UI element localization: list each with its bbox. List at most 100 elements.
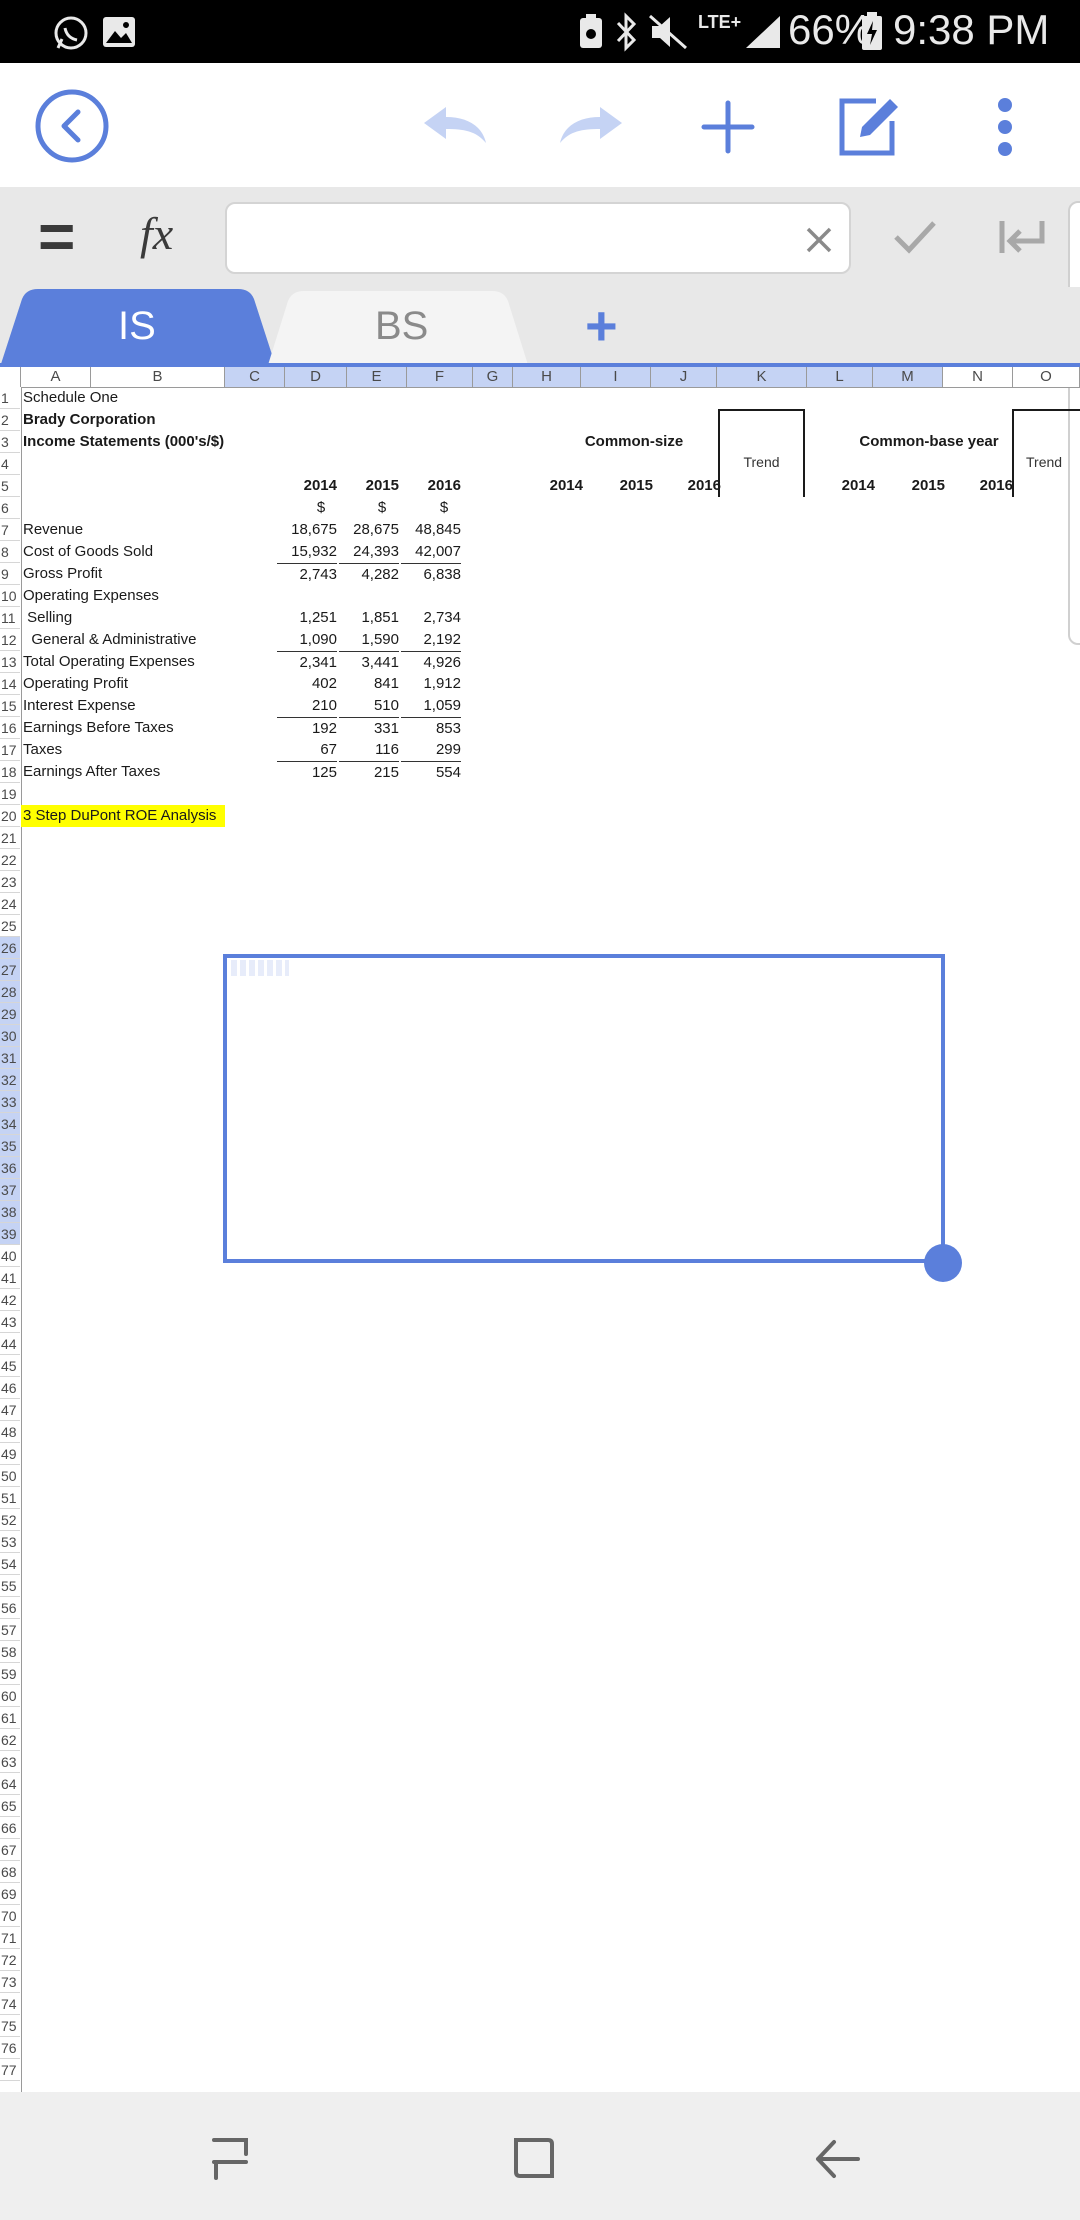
common-size-header[interactable]: Common-size bbox=[569, 431, 699, 453]
common-base-header[interactable]: Common-base year bbox=[839, 431, 1019, 453]
row-header-41[interactable]: 41 bbox=[0, 1267, 20, 1289]
cell-a1[interactable]: Schedule One bbox=[23, 387, 118, 409]
row-header-24[interactable]: 24 bbox=[0, 893, 20, 915]
row-header-56[interactable]: 56 bbox=[0, 1597, 20, 1619]
row-value[interactable]: 67 bbox=[277, 739, 337, 761]
row-header-39[interactable]: 39 bbox=[0, 1223, 20, 1245]
row-value[interactable]: 48,845 bbox=[401, 519, 461, 541]
row-header-35[interactable]: 35 bbox=[0, 1135, 20, 1157]
row-header-40[interactable]: 40 bbox=[0, 1245, 20, 1267]
row-header-31[interactable]: 31 bbox=[0, 1047, 20, 1069]
row-value[interactable]: 1,851 bbox=[339, 607, 399, 629]
column-header-a[interactable]: A bbox=[21, 367, 91, 387]
row-header-42[interactable]: 42 bbox=[0, 1289, 20, 1311]
row-header-46[interactable]: 46 bbox=[0, 1377, 20, 1399]
undo-icon[interactable] bbox=[420, 103, 490, 147]
column-header-m[interactable]: M bbox=[873, 367, 943, 387]
row-label[interactable]: General & Administrative bbox=[23, 629, 196, 651]
selection-resize-handle[interactable] bbox=[924, 1244, 962, 1282]
row-header-22[interactable]: 22 bbox=[0, 849, 20, 871]
row-header-69[interactable]: 69 bbox=[0, 1883, 20, 1905]
row-header-53[interactable]: 53 bbox=[0, 1531, 20, 1553]
clear-icon[interactable] bbox=[805, 226, 833, 254]
row-header-20[interactable]: 20 bbox=[0, 805, 20, 827]
column-header-e[interactable]: E bbox=[347, 367, 407, 387]
row-header-59[interactable]: 59 bbox=[0, 1663, 20, 1685]
row-header-2[interactable]: 2 bbox=[0, 409, 20, 431]
home-icon[interactable] bbox=[510, 2134, 558, 2182]
row-header-33[interactable]: 33 bbox=[0, 1091, 20, 1113]
currency-2014[interactable]: $ bbox=[311, 497, 331, 519]
row-header-38[interactable]: 38 bbox=[0, 1201, 20, 1223]
column-header-g[interactable]: G bbox=[473, 367, 513, 387]
row-value[interactable]: 402 bbox=[277, 673, 337, 695]
row-value[interactable]: 215 bbox=[339, 761, 399, 784]
row-header-57[interactable]: 57 bbox=[0, 1619, 20, 1641]
row-header-16[interactable]: 16 bbox=[0, 717, 20, 739]
row-header-74[interactable]: 74 bbox=[0, 1993, 20, 2015]
row-header-27[interactable]: 27 bbox=[0, 959, 20, 981]
row-label[interactable]: Earnings Before Taxes bbox=[23, 717, 174, 739]
column-header-l[interactable]: L bbox=[807, 367, 873, 387]
row-header-45[interactable]: 45 bbox=[0, 1355, 20, 1377]
row-header-14[interactable]: 14 bbox=[0, 673, 20, 695]
row-value[interactable]: 2,192 bbox=[401, 629, 461, 651]
cs-2016-header[interactable]: 2016 bbox=[671, 475, 721, 497]
row-header-63[interactable]: 63 bbox=[0, 1751, 20, 1773]
row-header-52[interactable]: 52 bbox=[0, 1509, 20, 1531]
year-2014-header[interactable]: 2014 bbox=[285, 475, 337, 497]
row-value[interactable]: 554 bbox=[401, 761, 461, 784]
formula-input[interactable] bbox=[225, 202, 851, 274]
row-header-4[interactable]: 4 bbox=[0, 453, 20, 475]
row-value[interactable]: 1,912 bbox=[401, 673, 461, 695]
row-header-76[interactable]: 76 bbox=[0, 2037, 20, 2059]
trend-box-2[interactable]: Trend bbox=[1012, 409, 1080, 497]
row-header-70[interactable]: 70 bbox=[0, 1905, 20, 1927]
row-header-72[interactable]: 72 bbox=[0, 1949, 20, 1971]
cell-a2[interactable]: Brady Corporation bbox=[23, 409, 156, 431]
add-sheet-button[interactable]: + bbox=[585, 293, 618, 358]
row-value[interactable]: 2,734 bbox=[401, 607, 461, 629]
row-header-29[interactable]: 29 bbox=[0, 1003, 20, 1025]
row-value[interactable]: 1,251 bbox=[277, 607, 337, 629]
row-header-3[interactable]: 3 bbox=[0, 431, 20, 453]
column-header-d[interactable]: D bbox=[285, 367, 347, 387]
column-header-i[interactable]: I bbox=[581, 367, 651, 387]
enter-icon[interactable] bbox=[998, 217, 1046, 257]
row-header-12[interactable]: 12 bbox=[0, 629, 20, 651]
currency-2016[interactable]: $ bbox=[434, 497, 454, 519]
column-header-b[interactable]: B bbox=[91, 367, 225, 387]
year-2015-header[interactable]: 2015 bbox=[347, 475, 399, 497]
row-label[interactable]: Cost of Goods Sold bbox=[23, 541, 153, 563]
currency-2015[interactable]: $ bbox=[372, 497, 392, 519]
row-header-34[interactable]: 34 bbox=[0, 1113, 20, 1135]
row-header-37[interactable]: 37 bbox=[0, 1179, 20, 1201]
column-header-n[interactable]: N bbox=[943, 367, 1013, 387]
row-header-7[interactable]: 7 bbox=[0, 519, 20, 541]
fx-button[interactable]: fx bbox=[140, 207, 173, 260]
row-header-67[interactable]: 67 bbox=[0, 1839, 20, 1861]
row-header-15[interactable]: 15 bbox=[0, 695, 20, 717]
row-header-68[interactable]: 68 bbox=[0, 1861, 20, 1883]
row-value[interactable]: 841 bbox=[339, 673, 399, 695]
back-nav-icon[interactable] bbox=[812, 2136, 862, 2182]
row-value[interactable]: 4,282 bbox=[339, 563, 399, 586]
row-value[interactable]: 510 bbox=[339, 695, 399, 717]
row-value[interactable]: 2,743 bbox=[277, 563, 337, 586]
row-header-49[interactable]: 49 bbox=[0, 1443, 20, 1465]
row-header-60[interactable]: 60 bbox=[0, 1685, 20, 1707]
row-label[interactable]: Operating Profit bbox=[23, 673, 128, 695]
row-label[interactable]: Selling bbox=[23, 607, 72, 629]
row-header-44[interactable]: 44 bbox=[0, 1333, 20, 1355]
row-value[interactable]: 116 bbox=[339, 739, 399, 761]
row-header-32[interactable]: 32 bbox=[0, 1069, 20, 1091]
equals-button[interactable]: = bbox=[38, 199, 75, 273]
recent-apps-icon[interactable] bbox=[208, 2136, 254, 2182]
row-header-65[interactable]: 65 bbox=[0, 1795, 20, 1817]
row-header-77[interactable]: 77 bbox=[0, 2059, 20, 2081]
row-label[interactable]: Gross Profit bbox=[23, 563, 102, 585]
row-header-21[interactable]: 21 bbox=[0, 827, 20, 849]
row-value[interactable]: 299 bbox=[401, 739, 461, 761]
row-label[interactable]: Operating Expenses bbox=[23, 585, 159, 607]
corner-cell[interactable] bbox=[0, 367, 21, 387]
